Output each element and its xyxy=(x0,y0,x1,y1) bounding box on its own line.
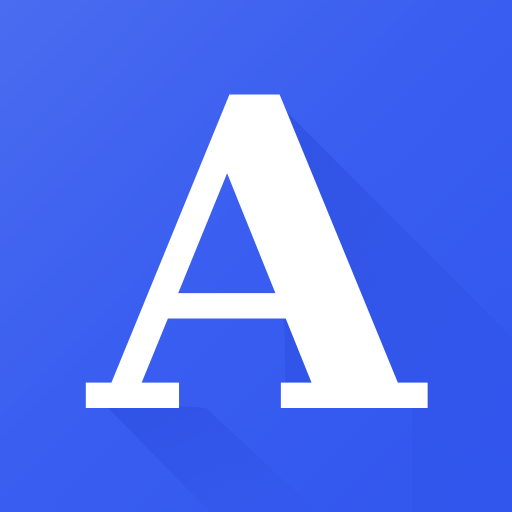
app-icon[interactable]: A xyxy=(0,0,512,512)
letter-a-glyph: A xyxy=(82,5,431,510)
app-letter: A xyxy=(82,5,431,510)
